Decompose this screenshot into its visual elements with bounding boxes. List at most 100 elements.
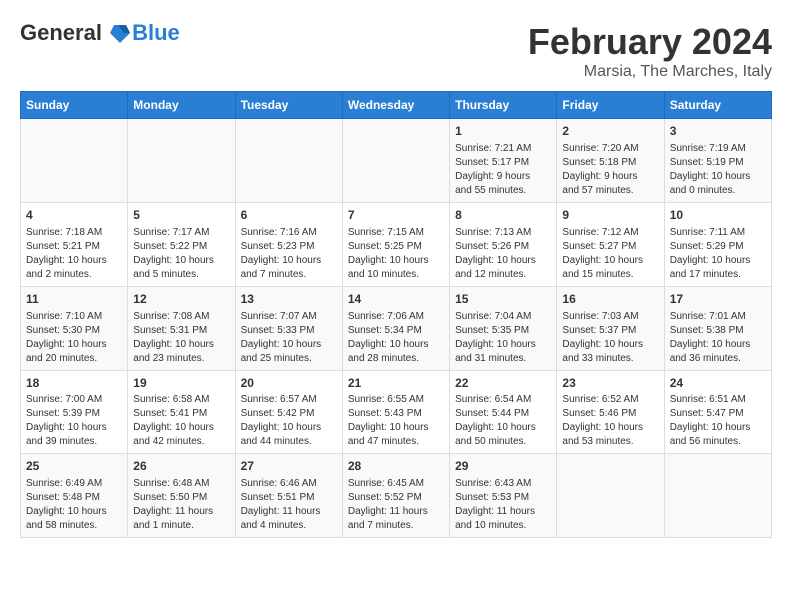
day-number: 29: [455, 458, 551, 475]
day-number: 25: [26, 458, 122, 475]
day-info: Sunrise: 7:04 AM Sunset: 5:35 PM Dayligh…: [455, 310, 551, 366]
day-number: 22: [455, 375, 551, 392]
weekday-header-monday: Monday: [128, 92, 235, 119]
day-info: Sunrise: 6:58 AM Sunset: 5:41 PM Dayligh…: [133, 393, 229, 449]
calendar-cell: 3 Sunrise: 7:19 AM Sunset: 5:19 PM Daylig…: [664, 119, 771, 203]
day-info: Sunrise: 7:21 AM Sunset: 5:17 PM Dayligh…: [455, 142, 551, 198]
day-number: 14: [348, 291, 444, 308]
calendar-cell: 20Sunrise: 6:57 AM Sunset: 5:42 PM Dayli…: [235, 370, 342, 454]
weekday-header-row: SundayMondayTuesdayWednesdayThursdayFrid…: [21, 92, 772, 119]
calendar-cell: 14Sunrise: 7:06 AM Sunset: 5:34 PM Dayli…: [342, 286, 449, 370]
day-info: Sunrise: 7:12 AM Sunset: 5:27 PM Dayligh…: [562, 226, 658, 282]
day-number: 27: [241, 458, 337, 475]
calendar-table: SundayMondayTuesdayWednesdayThursdayFrid…: [20, 91, 772, 538]
calendar-cell: 9 Sunrise: 7:12 AM Sunset: 5:27 PM Daylig…: [557, 202, 664, 286]
day-number: 1: [455, 123, 551, 140]
calendar-cell: 28 Sunrise: 6:45 AM Sunset: 5:52 PM Dayli…: [342, 454, 449, 538]
weekday-header-saturday: Saturday: [664, 92, 771, 119]
calendar-cell: 29 Sunrise: 6:43 AM Sunset: 5:53 PM Dayli…: [450, 454, 557, 538]
calendar-cell: 27 Sunrise: 6:46 AM Sunset: 5:51 PM Dayli…: [235, 454, 342, 538]
day-info: Sunrise: 6:57 AM Sunset: 5:42 PM Dayligh…: [241, 393, 337, 449]
day-number: 18: [26, 375, 122, 392]
calendar-cell: [557, 454, 664, 538]
calendar-week-3: 11 Sunrise: 7:10 AM Sunset: 5:30 PM Dayli…: [21, 286, 772, 370]
day-info: Sunrise: 7:20 AM Sunset: 5:18 PM Dayligh…: [562, 142, 658, 198]
day-number: 9: [562, 207, 658, 224]
calendar-week-5: 25 Sunrise: 6:49 AM Sunset: 5:48 PM Dayli…: [21, 454, 772, 538]
logo-text-general: General: [20, 20, 102, 45]
calendar-cell: 5Sunrise: 7:17 AM Sunset: 5:22 PM Daylig…: [128, 202, 235, 286]
day-number: 16: [562, 291, 658, 308]
day-info: Sunrise: 7:15 AM Sunset: 5:25 PM Dayligh…: [348, 226, 444, 282]
day-number: 23: [562, 375, 658, 392]
logo-text-blue: Blue: [132, 20, 180, 46]
calendar-cell: 23Sunrise: 6:52 AM Sunset: 5:46 PM Dayli…: [557, 370, 664, 454]
calendar-cell: 12 Sunrise: 7:08 AM Sunset: 5:31 PM Dayli…: [128, 286, 235, 370]
day-number: 15: [455, 291, 551, 308]
calendar-cell: 11 Sunrise: 7:10 AM Sunset: 5:30 PM Dayli…: [21, 286, 128, 370]
day-number: 28: [348, 458, 444, 475]
day-number: 13: [241, 291, 337, 308]
day-info: Sunrise: 7:13 AM Sunset: 5:26 PM Dayligh…: [455, 226, 551, 282]
calendar-cell: 16 Sunrise: 7:03 AM Sunset: 5:37 PM Dayli…: [557, 286, 664, 370]
weekday-header-wednesday: Wednesday: [342, 92, 449, 119]
day-info: Sunrise: 7:11 AM Sunset: 5:29 PM Dayligh…: [670, 226, 766, 282]
calendar-cell: 4Sunrise: 7:18 AM Sunset: 5:21 PM Daylig…: [21, 202, 128, 286]
calendar-cell: 8 Sunrise: 7:13 AM Sunset: 5:26 PM Daylig…: [450, 202, 557, 286]
calendar-week-4: 18Sunrise: 7:00 AM Sunset: 5:39 PM Dayli…: [21, 370, 772, 454]
day-info: Sunrise: 6:48 AM Sunset: 5:50 PM Dayligh…: [133, 477, 229, 533]
calendar-cell: 17Sunrise: 7:01 AM Sunset: 5:38 PM Dayli…: [664, 286, 771, 370]
logo: General Blue: [20, 20, 180, 46]
calendar-cell: 7Sunrise: 7:15 AM Sunset: 5:25 PM Daylig…: [342, 202, 449, 286]
page-header: General Blue February 2024 Marsia, The M…: [20, 20, 772, 81]
day-number: 8: [455, 207, 551, 224]
day-number: 20: [241, 375, 337, 392]
calendar-cell: [128, 119, 235, 203]
day-info: Sunrise: 6:46 AM Sunset: 5:51 PM Dayligh…: [241, 477, 337, 533]
day-info: Sunrise: 6:52 AM Sunset: 5:46 PM Dayligh…: [562, 393, 658, 449]
day-info: Sunrise: 6:49 AM Sunset: 5:48 PM Dayligh…: [26, 477, 122, 533]
calendar-cell: 1 Sunrise: 7:21 AM Sunset: 5:17 PM Daylig…: [450, 119, 557, 203]
day-number: 12: [133, 291, 229, 308]
calendar-cell: 2 Sunrise: 7:20 AM Sunset: 5:18 PM Daylig…: [557, 119, 664, 203]
calendar-cell: [21, 119, 128, 203]
calendar-cell: 6 Sunrise: 7:16 AM Sunset: 5:23 PM Daylig…: [235, 202, 342, 286]
day-info: Sunrise: 7:19 AM Sunset: 5:19 PM Dayligh…: [670, 142, 766, 198]
calendar-cell: [664, 454, 771, 538]
logo-icon: [110, 23, 130, 45]
calendar-cell: 10 Sunrise: 7:11 AM Sunset: 5:29 PM Dayli…: [664, 202, 771, 286]
day-info: Sunrise: 7:10 AM Sunset: 5:30 PM Dayligh…: [26, 310, 122, 366]
day-number: 3: [670, 123, 766, 140]
day-number: 10: [670, 207, 766, 224]
calendar-cell: 18Sunrise: 7:00 AM Sunset: 5:39 PM Dayli…: [21, 370, 128, 454]
calendar-cell: 13Sunrise: 7:07 AM Sunset: 5:33 PM Dayli…: [235, 286, 342, 370]
calendar-cell: 22Sunrise: 6:54 AM Sunset: 5:44 PM Dayli…: [450, 370, 557, 454]
weekday-header-friday: Friday: [557, 92, 664, 119]
day-number: 11: [26, 291, 122, 308]
day-number: 26: [133, 458, 229, 475]
day-info: Sunrise: 7:03 AM Sunset: 5:37 PM Dayligh…: [562, 310, 658, 366]
day-number: 6: [241, 207, 337, 224]
calendar-cell: [235, 119, 342, 203]
day-info: Sunrise: 7:16 AM Sunset: 5:23 PM Dayligh…: [241, 226, 337, 282]
day-info: Sunrise: 6:43 AM Sunset: 5:53 PM Dayligh…: [455, 477, 551, 533]
calendar-subtitle: Marsia, The Marches, Italy: [528, 63, 772, 81]
calendar-week-1: 1 Sunrise: 7:21 AM Sunset: 5:17 PM Daylig…: [21, 119, 772, 203]
calendar-title: February 2024: [528, 20, 772, 63]
day-number: 21: [348, 375, 444, 392]
calendar-cell: 21Sunrise: 6:55 AM Sunset: 5:43 PM Dayli…: [342, 370, 449, 454]
day-number: 19: [133, 375, 229, 392]
day-info: Sunrise: 6:51 AM Sunset: 5:47 PM Dayligh…: [670, 393, 766, 449]
day-number: 2: [562, 123, 658, 140]
calendar-cell: 24Sunrise: 6:51 AM Sunset: 5:47 PM Dayli…: [664, 370, 771, 454]
day-number: 17: [670, 291, 766, 308]
day-info: Sunrise: 7:08 AM Sunset: 5:31 PM Dayligh…: [133, 310, 229, 366]
day-info: Sunrise: 6:54 AM Sunset: 5:44 PM Dayligh…: [455, 393, 551, 449]
day-info: Sunrise: 6:45 AM Sunset: 5:52 PM Dayligh…: [348, 477, 444, 533]
day-number: 5: [133, 207, 229, 224]
weekday-header-sunday: Sunday: [21, 92, 128, 119]
day-info: Sunrise: 6:55 AM Sunset: 5:43 PM Dayligh…: [348, 393, 444, 449]
weekday-header-thursday: Thursday: [450, 92, 557, 119]
calendar-cell: 25 Sunrise: 6:49 AM Sunset: 5:48 PM Dayli…: [21, 454, 128, 538]
day-number: 24: [670, 375, 766, 392]
